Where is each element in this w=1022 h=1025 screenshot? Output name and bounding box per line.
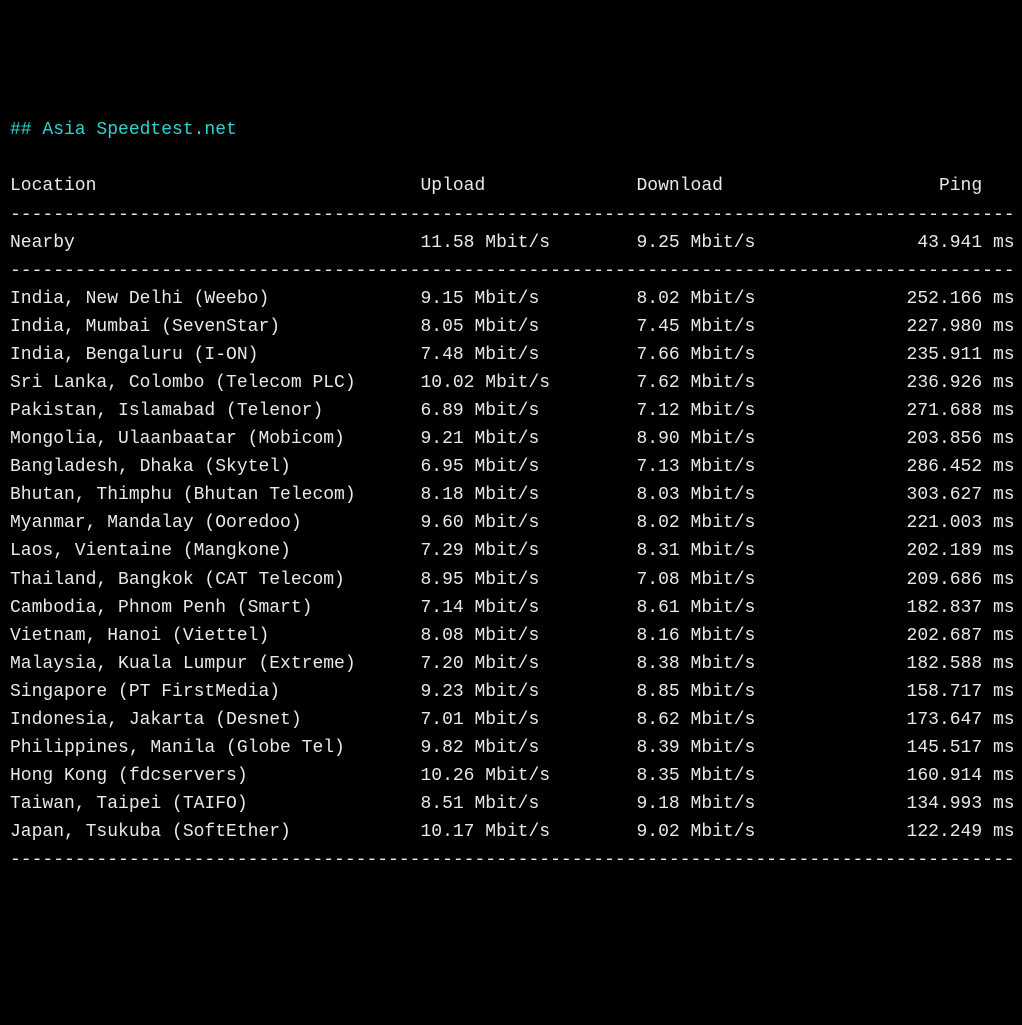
table-row: Pakistan, Islamabad (Telenor) 6.89 Mbit/… <box>10 397 1012 425</box>
title-prefix: ## <box>10 120 42 140</box>
divider-mid: ----------------------------------------… <box>10 257 1012 285</box>
header-row: Location Upload Download Ping <box>10 172 1012 200</box>
table-row: Myanmar, Mandalay (Ooredoo) 9.60 Mbit/s … <box>10 509 1012 537</box>
title-text: Asia Speedtest.net <box>42 120 236 140</box>
table-row: Singapore (PT FirstMedia) 9.23 Mbit/s 8.… <box>10 678 1012 706</box>
table-row: Malaysia, Kuala Lumpur (Extreme) 7.20 Mb… <box>10 650 1012 678</box>
table-row: Mongolia, Ulaanbaatar (Mobicom) 9.21 Mbi… <box>10 425 1012 453</box>
table-row: Bangladesh, Dhaka (Skytel) 6.95 Mbit/s 7… <box>10 453 1012 481</box>
table-row: Bhutan, Thimphu (Bhutan Telecom) 8.18 Mb… <box>10 481 1012 509</box>
table-row: India, New Delhi (Weebo) 9.15 Mbit/s 8.0… <box>10 285 1012 313</box>
terminal-output: ## Asia Speedtest.net Location Upload Do… <box>10 116 1012 874</box>
nearby-row: Nearby 11.58 Mbit/s 9.25 Mbit/s 43.941 m… <box>10 229 1012 257</box>
table-row: Sri Lanka, Colombo (Telecom PLC) 10.02 M… <box>10 369 1012 397</box>
table-row: Taiwan, Taipei (TAIFO) 8.51 Mbit/s 9.18 … <box>10 790 1012 818</box>
blank-line <box>10 144 1012 172</box>
table-row: Thailand, Bangkok (CAT Telecom) 8.95 Mbi… <box>10 566 1012 594</box>
table-row: Cambodia, Phnom Penh (Smart) 7.14 Mbit/s… <box>10 594 1012 622</box>
table-row: Japan, Tsukuba (SoftEther) 10.17 Mbit/s … <box>10 818 1012 846</box>
divider-bottom: ----------------------------------------… <box>10 846 1012 874</box>
title-line: ## Asia Speedtest.net <box>10 116 1012 144</box>
table-row: Hong Kong (fdcservers) 10.26 Mbit/s 8.35… <box>10 762 1012 790</box>
table-row: India, Mumbai (SevenStar) 8.05 Mbit/s 7.… <box>10 313 1012 341</box>
divider-top: ----------------------------------------… <box>10 201 1012 229</box>
table-row: Laos, Vientaine (Mangkone) 7.29 Mbit/s 8… <box>10 537 1012 565</box>
table-row: Indonesia, Jakarta (Desnet) 7.01 Mbit/s … <box>10 706 1012 734</box>
table-row: Vietnam, Hanoi (Viettel) 8.08 Mbit/s 8.1… <box>10 622 1012 650</box>
table-row: Philippines, Manila (Globe Tel) 9.82 Mbi… <box>10 734 1012 762</box>
table-row: India, Bengaluru (I-ON) 7.48 Mbit/s 7.66… <box>10 341 1012 369</box>
